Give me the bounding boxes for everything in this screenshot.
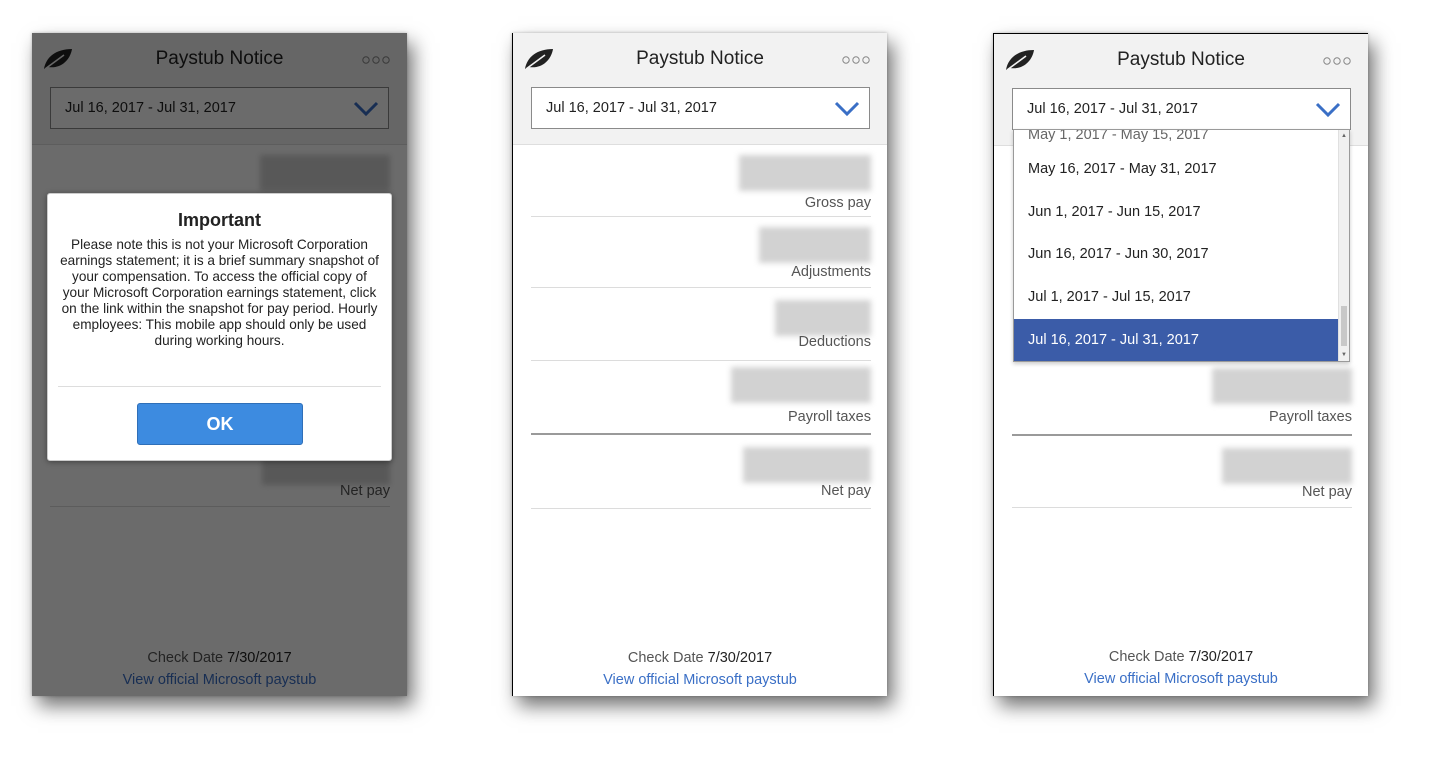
app-title: Paystub Notice <box>1117 49 1245 70</box>
view-paystub-link[interactable]: View official Microsoft paystub <box>994 671 1368 687</box>
net-pay-amount-blurred <box>743 447 871 483</box>
adjustments-label: Adjustments <box>791 264 871 280</box>
dropdown-option[interactable]: Jun 16, 2017 - Jun 30, 2017 <box>1014 233 1339 276</box>
net-pay-label: Net pay <box>821 483 871 499</box>
ok-button[interactable]: OK <box>137 403 303 445</box>
dropdown-option[interactable]: Jul 1, 2017 - Jul 15, 2017 <box>1014 276 1339 319</box>
pay-period-select[interactable]: Jul 16, 2017 - Jul 31, 2017 <box>531 87 870 129</box>
dropdown-option[interactable]: May 16, 2017 - May 31, 2017 <box>1014 148 1339 191</box>
dropdown-scrollbar[interactable]: ▲ ▼ <box>1338 130 1349 361</box>
app-title: Paystub Notice <box>636 48 764 69</box>
payroll-taxes-label: Payroll taxes <box>787 409 871 425</box>
summary-row-net-pay: Net pay <box>1012 444 1352 508</box>
more-dots-icon[interactable] <box>1322 56 1352 66</box>
modal-title: Important <box>178 210 261 230</box>
pay-period-select[interactable]: Jul 16, 2017 - Jul 31, 2017 <box>1012 88 1351 130</box>
modal-body: Please note this is not your Microsoft C… <box>60 237 379 348</box>
payroll-taxes-amount-blurred <box>1212 368 1352 404</box>
check-date-value: 7/30/2017 <box>707 650 773 666</box>
check-date: Check Date 7/30/2017 <box>513 650 887 666</box>
check-date: Check Date 7/30/2017 <box>994 649 1368 665</box>
gross-pay-amount-blurred <box>739 155 871 191</box>
chevron-down-icon <box>1315 102 1341 118</box>
summary-row-adjustments: Adjustments <box>531 225 871 288</box>
phone-screen-dropdown: Paystub Notice Jul 16, 2017 - Jul 31, 20… <box>993 33 1368 696</box>
gross-pay-label: Gross pay <box>804 195 871 211</box>
check-date-label: Check Date <box>627 650 704 666</box>
pay-period-value: Jul 16, 2017 - Jul 31, 2017 <box>546 100 717 116</box>
deductions-amount-blurred <box>775 300 871 336</box>
summary-row-payroll-taxes: Payroll taxes <box>531 367 871 435</box>
dropdown-option[interactable]: Jun 1, 2017 - Jun 15, 2017 <box>1014 191 1339 234</box>
chevron-down-icon <box>834 101 860 117</box>
summary-row-deductions: Deductions <box>531 296 871 361</box>
pay-period-dropdown-list[interactable]: May 1, 2017 - May 15, 2017 May 16, 2017 … <box>1013 129 1350 362</box>
summary-row-payroll-taxes: Payroll taxes <box>1012 368 1352 436</box>
scroll-down-arrow-icon[interactable]: ▼ <box>1339 351 1349 359</box>
summary-row-gross-pay: Gross pay <box>531 155 871 217</box>
net-pay-amount-blurred <box>1222 448 1352 484</box>
phone-screen-summary: Paystub Notice Jul 16, 2017 - Jul 31, 20… <box>512 33 887 696</box>
check-date-value: 7/30/2017 <box>1188 649 1254 665</box>
modal-divider <box>58 386 381 387</box>
deductions-label: Deductions <box>798 334 871 350</box>
more-dots-icon[interactable] <box>841 55 871 65</box>
check-date-label: Check Date <box>1108 649 1185 665</box>
important-modal: Important Please note this is not your M… <box>47 193 392 461</box>
payroll-taxes-amount-blurred <box>731 367 871 403</box>
adjustments-amount-blurred <box>759 227 871 263</box>
scrollbar-thumb[interactable] <box>1341 306 1347 346</box>
phone-screen-modal: Paystub Notice Jul 16, 2017 - Jul 31, 20… <box>32 33 407 696</box>
payroll-taxes-label: Payroll taxes <box>1268 409 1352 425</box>
net-pay-label: Net pay <box>1302 484 1352 500</box>
summary-row-net-pay: Net pay <box>531 443 871 509</box>
scroll-up-arrow-icon[interactable]: ▲ <box>1339 132 1349 140</box>
pay-period-value: Jul 16, 2017 - Jul 31, 2017 <box>1027 101 1198 117</box>
dropdown-option-selected[interactable]: Jul 16, 2017 - Jul 31, 2017 <box>1014 319 1339 361</box>
app-header: Paystub Notice Jul 16, 2017 - Jul 31, 20… <box>513 33 887 145</box>
view-paystub-link[interactable]: View official Microsoft paystub <box>513 672 887 688</box>
